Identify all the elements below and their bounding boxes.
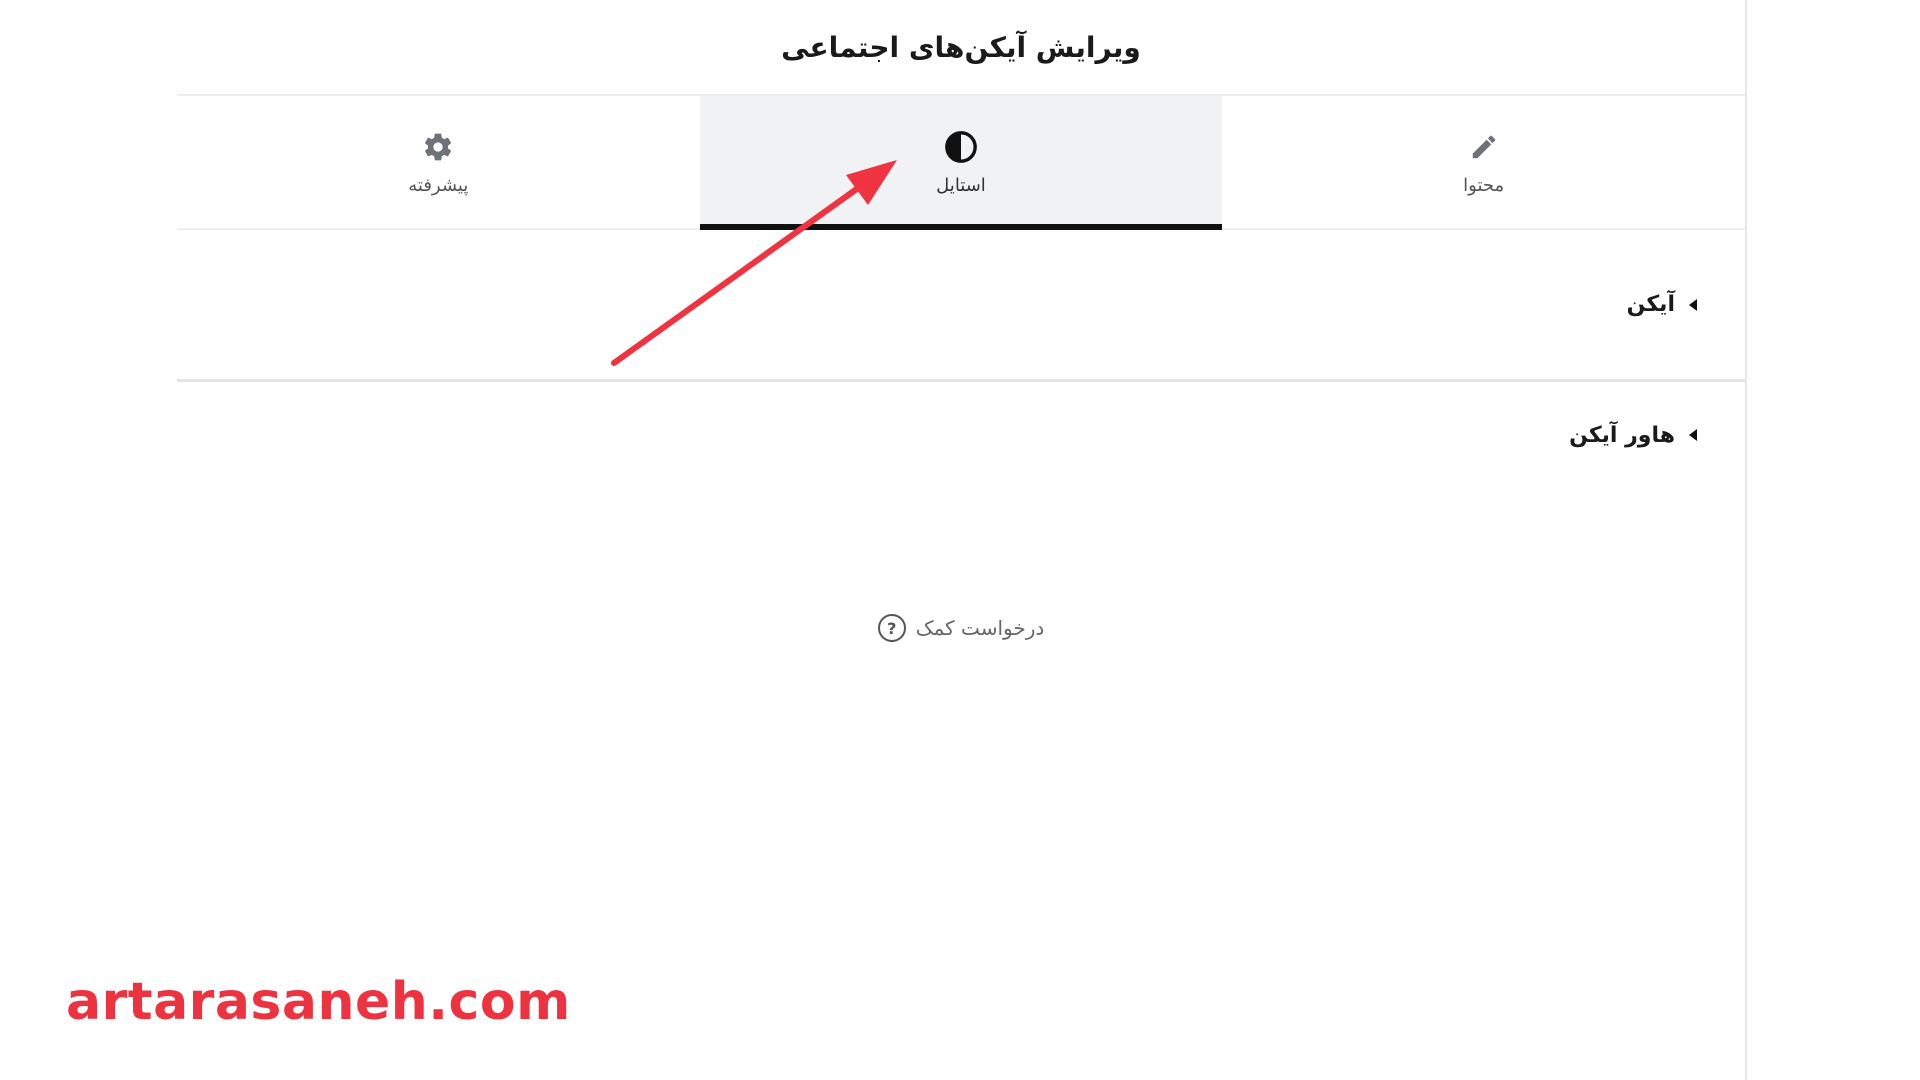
question-circle-icon: ?	[877, 614, 906, 642]
caret-left-icon	[1689, 298, 1697, 311]
watermark-logo: artarasaneh.com	[66, 972, 571, 1032]
section-icon-label: آیکن	[1626, 292, 1675, 317]
gear-icon	[420, 129, 456, 165]
panel-title: ویرایش آیکن‌های اجتماعی	[177, 0, 1745, 96]
tab-style-label: استایل	[936, 174, 986, 196]
tab-advanced[interactable]: پیشرفته	[177, 96, 700, 228]
section-hover-icon[interactable]: هاور آیکن	[177, 385, 1745, 485]
pencil-icon	[1466, 129, 1502, 165]
help-link[interactable]: درخواست کمک ?	[177, 614, 1745, 642]
section-icon[interactable]: آیکن	[177, 230, 1745, 382]
help-label: درخواست کمک	[915, 616, 1045, 640]
page: ویرایش آیکن‌های اجتماعی محتوا	[0, 0, 1920, 1080]
tab-style[interactable]: استایل	[699, 96, 1223, 230]
tab-content-label: محتوا	[1463, 174, 1505, 196]
section-hover-icon-label: هاور آیکن	[1569, 422, 1675, 448]
tab-content[interactable]: محتوا	[1222, 96, 1745, 228]
tab-bar: محتوا استایل پیشرفته	[177, 96, 1745, 230]
contrast-icon	[943, 129, 979, 165]
tab-advanced-label: پیشرفته	[408, 174, 469, 196]
editor-panel: ویرایش آیکن‌های اجتماعی محتوا	[177, 0, 1747, 1080]
caret-left-icon	[1689, 429, 1697, 441]
